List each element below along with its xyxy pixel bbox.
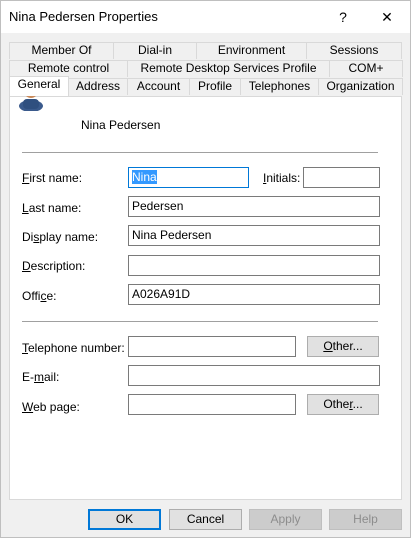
telephone-label: Telephone number: (22, 341, 125, 355)
tab-telephones[interactable]: Telephones (240, 78, 319, 95)
tab-profile[interactable]: Profile (189, 78, 241, 95)
help-dialog-button[interactable]: Help (329, 509, 402, 530)
initials-label: Initials: (263, 171, 301, 185)
other-webpage-button[interactable]: Other... (307, 394, 379, 415)
tab-dial-in[interactable]: Dial-in (113, 42, 197, 59)
tab-remote-control[interactable]: Remote control (9, 60, 128, 77)
first-name-label: First name: (22, 171, 83, 185)
tab-general[interactable]: General (9, 76, 69, 96)
email-label: E-mail: (22, 370, 60, 384)
display-name-input[interactable]: Nina Pedersen (128, 225, 380, 246)
window-title: Nina Pedersen Properties (9, 9, 158, 24)
tab-account[interactable]: Account (127, 78, 190, 95)
separator-mid (22, 321, 378, 322)
telephone-input[interactable] (128, 336, 296, 357)
tab-sessions[interactable]: Sessions (306, 42, 402, 59)
email-input[interactable] (128, 365, 380, 386)
webpage-label: Web page: (22, 400, 80, 414)
tab-member-of[interactable]: Member Of (9, 42, 114, 59)
tab-row-2: Remote control Remote Desktop Services P… (9, 60, 403, 77)
office-label: Office: (22, 289, 57, 303)
other-telephone-button[interactable]: Other... (307, 336, 379, 357)
ok-button[interactable]: OK (88, 509, 161, 530)
tab-com-plus[interactable]: COM+ (329, 60, 403, 77)
tab-address[interactable]: Address (68, 78, 128, 95)
apply-button[interactable]: Apply (249, 509, 322, 530)
display-name-label: Display name: (22, 230, 99, 244)
tab-organization[interactable]: Organization (318, 78, 403, 95)
tab-row-3: General Address Account Profile Telephon… (9, 76, 403, 96)
separator-top (22, 152, 378, 153)
tab-rds-profile[interactable]: Remote Desktop Services Profile (127, 60, 330, 77)
title-bar: Nina Pedersen Properties ? ✕ (1, 1, 410, 33)
description-input[interactable] (128, 255, 380, 276)
tab-environment[interactable]: Environment (196, 42, 307, 59)
close-button[interactable]: ✕ (373, 5, 401, 29)
properties-dialog: Nina Pedersen Properties ? ✕ Member Of D… (0, 0, 411, 538)
cancel-button[interactable]: Cancel (169, 509, 242, 530)
tab-row-1: Member Of Dial-in Environment Sessions (9, 42, 402, 59)
webpage-input[interactable] (128, 394, 296, 415)
user-display-name: Nina Pedersen (81, 118, 161, 132)
first-name-input[interactable]: Nina (128, 167, 249, 188)
office-input[interactable]: A026A91D (128, 284, 380, 305)
description-label: Description: (22, 259, 86, 273)
last-name-input[interactable]: Pedersen (128, 196, 380, 217)
last-name-label: Last name: (22, 201, 82, 215)
help-button[interactable]: ? (329, 5, 357, 29)
initials-input[interactable] (303, 167, 380, 188)
